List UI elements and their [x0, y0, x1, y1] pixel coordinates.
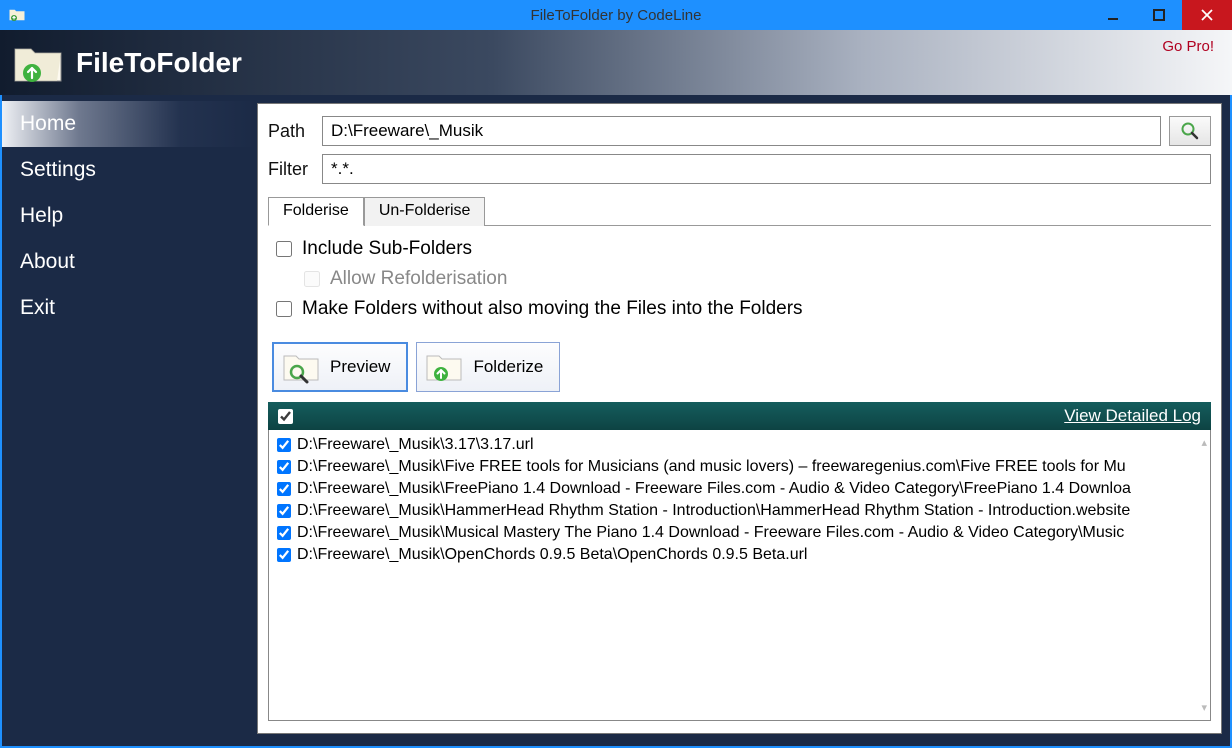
list-header: View Detailed Log [268, 402, 1211, 430]
sidebar-label: Help [20, 204, 63, 228]
select-all-checkbox[interactable] [278, 409, 293, 424]
maximize-button[interactable] [1136, 0, 1182, 30]
tab-label: Folderise [283, 202, 349, 219]
option-label: Make Folders without also moving the Fil… [302, 298, 803, 320]
path-label: Path [268, 121, 314, 142]
list-item[interactable]: D:\Freeware\_Musik\OpenChords 0.9.5 Beta… [269, 544, 1210, 566]
filter-input[interactable] [322, 154, 1211, 184]
sidebar-item-settings[interactable]: Settings [2, 147, 257, 193]
titlebar: FileToFolder by CodeLine [0, 0, 1232, 30]
list-item[interactable]: D:\Freeware\_Musik\FreePiano 1.4 Downloa… [269, 478, 1210, 500]
list-item-checkbox[interactable] [277, 482, 291, 496]
list-item-path: D:\Freeware\_Musik\OpenChords 0.9.5 Beta… [297, 544, 807, 566]
folderize-button[interactable]: Folderize [416, 342, 560, 392]
tab-label: Un-Folderise [379, 202, 471, 219]
go-pro-link[interactable]: Go Pro! [1162, 38, 1214, 55]
browse-button[interactable] [1169, 116, 1211, 146]
list-item-checkbox[interactable] [277, 438, 291, 452]
tab-unfolderise[interactable]: Un-Folderise [364, 197, 486, 226]
search-icon [1180, 121, 1200, 141]
app-icon [0, 6, 26, 24]
path-input[interactable] [322, 116, 1161, 146]
logo-icon [12, 41, 64, 85]
tabs: Folderise Un-Folderise [268, 196, 1211, 226]
sidebar-item-home[interactable]: Home [2, 101, 257, 147]
list-item[interactable]: D:\Freeware\_Musik\Musical Mastery The P… [269, 522, 1210, 544]
allow-refolderisation-checkbox [304, 271, 320, 287]
sidebar-label: Home [20, 112, 76, 136]
scroll-up-icon[interactable]: ▴ [1201, 436, 1207, 449]
list-item-path: D:\Freeware\_Musik\Five FREE tools for M… [297, 456, 1126, 478]
scroll-down-icon[interactable]: ▾ [1201, 701, 1207, 714]
list-item-checkbox[interactable] [277, 548, 291, 562]
results-list: ▴ D:\Freeware\_Musik\3.17\3.17.urlD:\Fre… [268, 430, 1211, 721]
button-label: Folderize [473, 357, 543, 377]
window-title: FileToFolder by CodeLine [531, 7, 702, 24]
sidebar: Home Settings Help About Exit [2, 95, 257, 746]
app-name: FileToFolder [76, 47, 242, 79]
sidebar-label: Exit [20, 296, 55, 320]
sidebar-label: About [20, 250, 75, 274]
list-item[interactable]: D:\Freeware\_Musik\HammerHead Rhythm Sta… [269, 500, 1210, 522]
filter-label: Filter [268, 159, 314, 180]
sidebar-label: Settings [20, 158, 96, 182]
list-item-checkbox[interactable] [277, 460, 291, 474]
make-without-move-checkbox[interactable] [276, 301, 292, 317]
tab-folderise[interactable]: Folderise [268, 197, 364, 226]
folder-up-icon [425, 350, 463, 384]
view-detailed-log-link[interactable]: View Detailed Log [1064, 406, 1201, 426]
close-button[interactable] [1182, 0, 1232, 30]
option-label: Allow Refolderisation [330, 268, 507, 290]
sidebar-item-about[interactable]: About [2, 239, 257, 285]
preview-button[interactable]: Preview [272, 342, 408, 392]
list-item[interactable]: D:\Freeware\_Musik\Five FREE tools for M… [269, 456, 1210, 478]
folder-search-icon [282, 350, 320, 384]
list-item-path: D:\Freeware\_Musik\Musical Mastery The P… [297, 522, 1124, 544]
list-item-path: D:\Freeware\_Musik\HammerHead Rhythm Sta… [297, 500, 1130, 522]
sidebar-item-help[interactable]: Help [2, 193, 257, 239]
include-subfolders-checkbox[interactable] [276, 241, 292, 257]
options-panel: Include Sub-Folders Allow Refolderisatio… [268, 226, 1211, 338]
minimize-button[interactable] [1090, 0, 1136, 30]
option-label: Include Sub-Folders [302, 238, 472, 260]
list-item-checkbox[interactable] [277, 504, 291, 518]
include-subfolders-option[interactable]: Include Sub-Folders [276, 238, 1203, 260]
main-panel: Path Filter Folderise Un-Folderise Inclu… [257, 103, 1222, 734]
sidebar-item-exit[interactable]: Exit [2, 285, 257, 331]
list-item-path: D:\Freeware\_Musik\FreePiano 1.4 Downloa… [297, 478, 1131, 500]
make-without-move-option[interactable]: Make Folders without also moving the Fil… [276, 298, 1203, 320]
list-item[interactable]: D:\Freeware\_Musik\3.17\3.17.url [269, 434, 1210, 456]
allow-refolderisation-option: Allow Refolderisation [304, 268, 1203, 290]
button-label: Preview [330, 357, 390, 377]
list-item-path: D:\Freeware\_Musik\3.17\3.17.url [297, 434, 534, 456]
list-item-checkbox[interactable] [277, 526, 291, 540]
app-header: FileToFolder Go Pro! [0, 30, 1232, 95]
